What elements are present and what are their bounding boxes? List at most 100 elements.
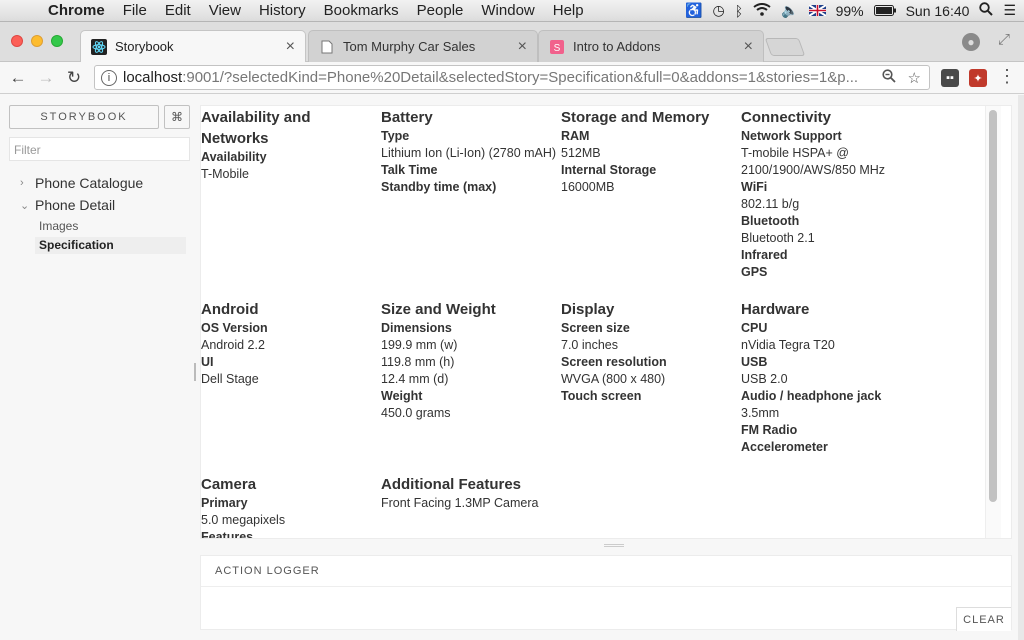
spec-label: Talk Time xyxy=(381,163,438,177)
spec-value: T-Mobile xyxy=(201,167,249,181)
storybook-app: STORYBOOK ⌘ Filter › Phone Catalogue ⌄ P… xyxy=(0,95,1024,640)
window-edge xyxy=(1018,95,1024,640)
tab-close-icon[interactable]: × xyxy=(286,38,295,56)
spec-section: Availability and Networks Availability T… xyxy=(201,107,379,183)
sidebar-resize-handle[interactable] xyxy=(194,363,196,381)
tab-close-icon[interactable]: × xyxy=(518,38,527,56)
extension-puzzle-icon[interactable]: ✦ xyxy=(969,69,987,87)
story-preview-iframe: Availability and Networks Availability T… xyxy=(200,105,1012,539)
document-favicon-icon xyxy=(319,39,335,55)
volume-icon[interactable]: 🔈 xyxy=(781,2,798,19)
zoom-window-button[interactable] xyxy=(51,35,63,47)
site-info-icon[interactable]: i xyxy=(101,69,117,86)
fullscreen-icon[interactable]: ⤢ xyxy=(998,31,1010,48)
menu-view[interactable]: View xyxy=(200,2,250,19)
spec-value: 450.0 grams xyxy=(381,406,451,420)
spec-value: 802.11 b/g xyxy=(741,197,800,211)
storybook-header-button[interactable]: STORYBOOK xyxy=(9,105,159,129)
sidebar-kind-phone-catalogue[interactable]: › Phone Catalogue xyxy=(20,175,143,191)
spec-label: Type xyxy=(381,129,410,143)
spec-label: GPS xyxy=(741,265,768,279)
bookmark-star-icon[interactable]: ☆ xyxy=(908,69,921,87)
spec-section: Additional Features Front Facing 1.3MP C… xyxy=(381,474,559,512)
sidebar-story-images[interactable]: Images xyxy=(35,218,186,235)
sidebar-story-specification[interactable]: Specification xyxy=(35,237,186,254)
zoom-icon[interactable] xyxy=(881,68,896,87)
bluetooth-icon[interactable]: ᛒ xyxy=(735,3,743,19)
spec-label: Weight xyxy=(381,389,423,403)
url-path: :9001/?selectedKind=Phone%20Detail&selec… xyxy=(182,69,859,86)
spec-value: 512MB xyxy=(561,146,601,160)
window-controls xyxy=(11,35,63,47)
chevron-right-icon: › xyxy=(20,177,24,189)
menu-help[interactable]: Help xyxy=(544,2,593,19)
filter-input[interactable]: Filter xyxy=(9,137,190,161)
forward-arrow-icon[interactable]: → xyxy=(32,68,60,88)
spec-label: Touch screen xyxy=(561,389,642,403)
notification-center-icon[interactable]: ☰ xyxy=(1003,2,1016,19)
spec-label: Availability xyxy=(201,150,267,164)
url-host: localhost xyxy=(123,69,183,86)
battery-icon[interactable] xyxy=(873,3,896,19)
spec-section: Size and Weight Dimensions 199.9 mm (w) … xyxy=(381,299,559,422)
tab-storybook[interactable]: Storybook × xyxy=(80,30,306,62)
spec-label: FM Radio xyxy=(741,423,798,437)
react-favicon-icon xyxy=(91,38,107,55)
spotlight-search-icon[interactable] xyxy=(979,2,994,19)
clock[interactable]: Sun 16:40 xyxy=(906,3,970,19)
spec-label: RAM xyxy=(561,129,590,143)
menu-file[interactable]: File xyxy=(114,2,156,19)
menu-window[interactable]: Window xyxy=(472,2,543,19)
spec-label: Primary xyxy=(201,496,248,510)
spec-label: WiFi xyxy=(741,180,768,194)
mac-menu-bar: Chrome File Edit View History Bookmarks … xyxy=(0,0,1024,22)
action-logger-tab[interactable]: ACTION LOGGER xyxy=(215,565,320,577)
spec-section: Camera Primary 5.0 megapixels Features xyxy=(201,474,379,538)
time-machine-icon[interactable]: ◷ xyxy=(713,2,725,19)
spec-section-title: Additional Features xyxy=(381,476,522,493)
new-tab-button[interactable] xyxy=(764,38,806,56)
profile-avatar-icon[interactable]: ● xyxy=(962,33,980,51)
preview-scrollbar-thumb[interactable] xyxy=(989,110,997,502)
addon-panel-resize-handle[interactable] xyxy=(604,544,624,547)
action-logger-panel: ACTION LOGGER CLEAR xyxy=(200,555,1012,631)
spec-value: 119.8 mm (h) xyxy=(381,355,455,369)
sidebar-kind-label: Phone Detail xyxy=(35,197,116,213)
back-arrow-icon[interactable]: ← xyxy=(4,68,32,88)
tab-title: Intro to Addons xyxy=(573,39,661,54)
spec-value: T-mobile HSPA+ @ xyxy=(741,146,849,160)
spec-value: WVGA (800 x 480) xyxy=(561,372,666,386)
menu-app-chrome[interactable]: Chrome xyxy=(40,2,114,19)
wifi-icon[interactable] xyxy=(753,2,771,19)
url-text[interactable]: localhost:9001/?selectedKind=Phone%20Det… xyxy=(123,69,874,86)
spec-section-title: Availability and Networks xyxy=(201,109,311,147)
address-bar[interactable]: i localhost:9001/?selectedKind=Phone%20D… xyxy=(94,65,930,90)
menu-bookmarks[interactable]: Bookmarks xyxy=(315,2,408,19)
clear-button[interactable]: CLEAR xyxy=(956,607,1011,631)
spec-section-title: Battery xyxy=(381,109,433,126)
minimize-window-button[interactable] xyxy=(31,35,43,47)
spec-label: Screen size xyxy=(561,321,630,335)
reload-icon[interactable]: ↻ xyxy=(60,68,88,88)
spec-label: Accelerometer xyxy=(741,440,828,454)
spec-label: Bluetooth xyxy=(741,214,800,228)
input-source-flag-icon[interactable] xyxy=(808,3,827,19)
extension-icon[interactable]: ▪▪ xyxy=(941,69,959,87)
spec-value: 3.5mm xyxy=(741,406,780,420)
spec-label: Network Support xyxy=(741,129,842,143)
tab-tom-murphy-car-sales[interactable]: Tom Murphy Car Sales × xyxy=(308,30,538,62)
accessibility-icon[interactable]: ♿ xyxy=(685,2,702,19)
menu-people[interactable]: People xyxy=(408,2,473,19)
tab-close-icon[interactable]: × xyxy=(744,38,753,56)
menu-history[interactable]: History xyxy=(250,2,315,19)
spec-section-title: Hardware xyxy=(741,301,810,318)
spec-value: Lithium Ion (Li-Ion) (2780 mAH) xyxy=(381,146,557,160)
menu-edit[interactable]: Edit xyxy=(156,2,200,19)
spec-value: 16000MB xyxy=(561,180,615,194)
chrome-menu-icon[interactable]: ⋮ xyxy=(998,66,1016,87)
tab-intro-to-addons[interactable]: S Intro to Addons × xyxy=(538,30,764,62)
shortcuts-button[interactable]: ⌘ xyxy=(164,105,190,129)
sidebar-kind-phone-detail[interactable]: ⌄ Phone Detail xyxy=(20,197,115,213)
close-window-button[interactable] xyxy=(11,35,23,47)
divider xyxy=(201,586,1011,587)
